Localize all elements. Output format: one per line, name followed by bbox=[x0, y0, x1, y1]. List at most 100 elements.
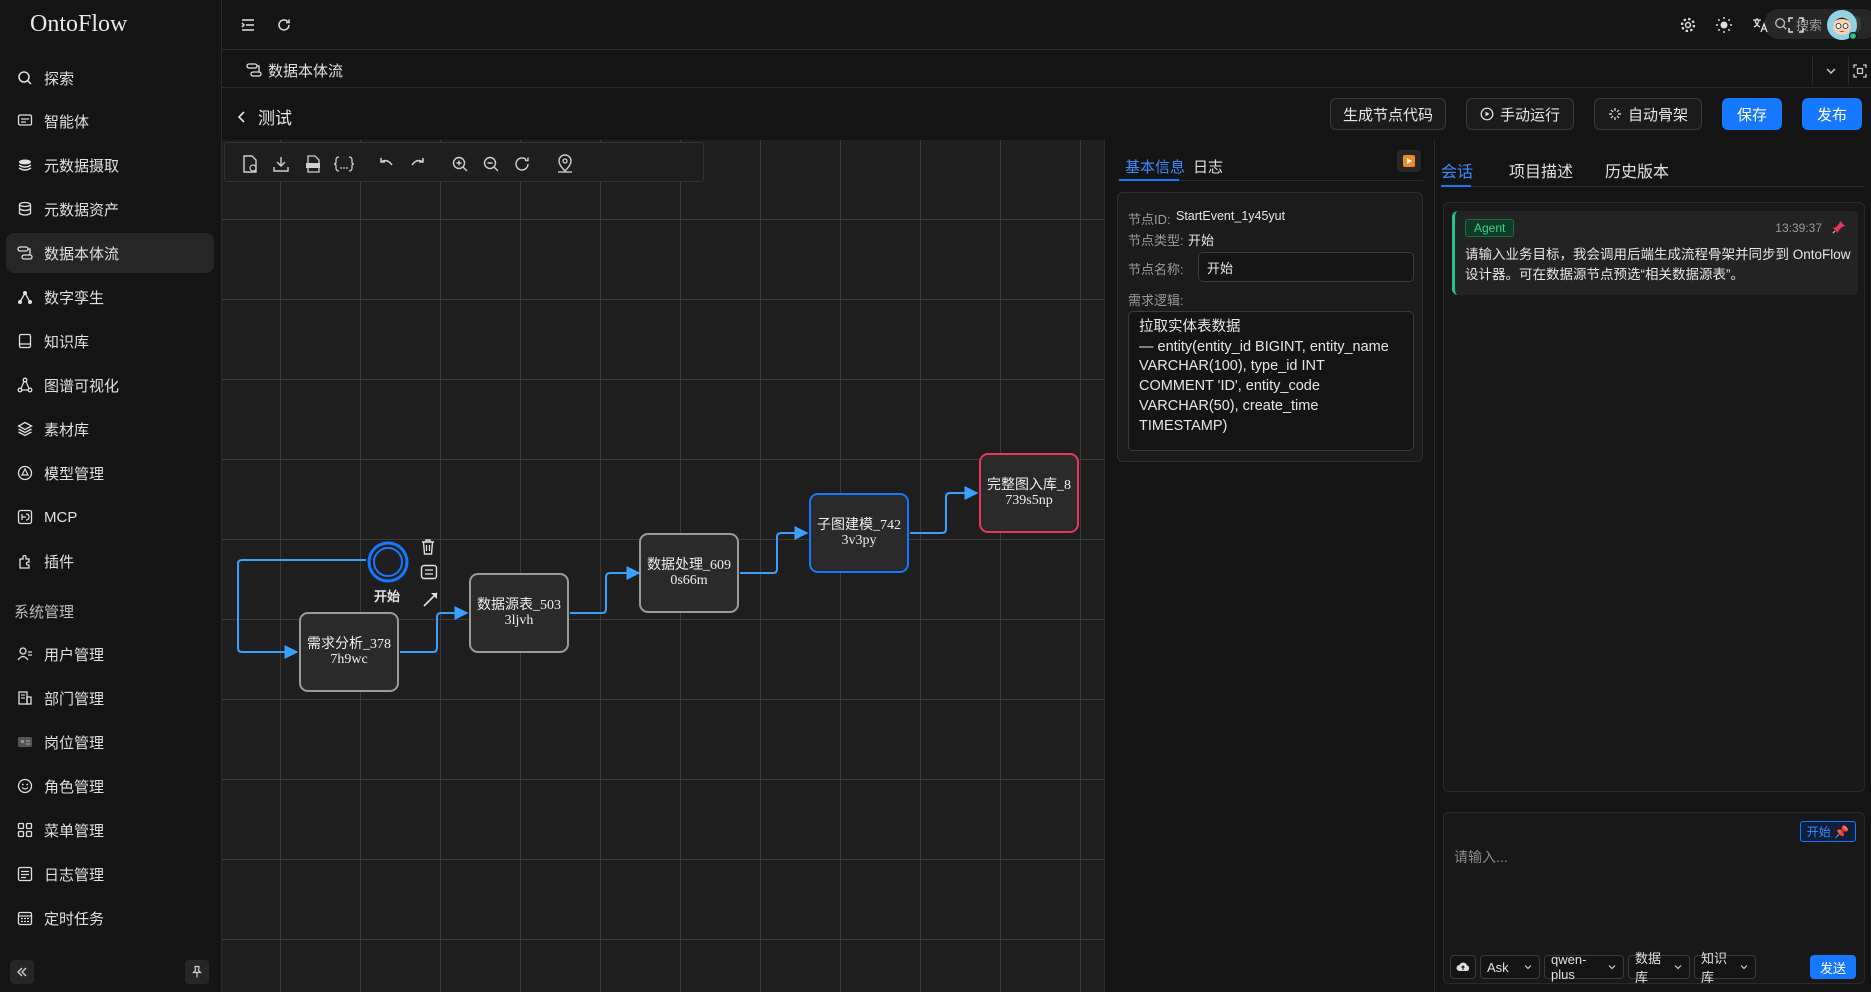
sidebar-item-model-management[interactable]: 模型管理 bbox=[6, 453, 214, 493]
fullscreen-icon[interactable] bbox=[1784, 13, 1808, 37]
node-label-line1: 数据源表_503 bbox=[477, 597, 561, 613]
generate-node-code-button[interactable]: 生成节点代码 bbox=[1330, 98, 1446, 130]
collapse-sidebar-button[interactable] bbox=[10, 960, 34, 984]
sidebar-item-position-management[interactable]: 岗位管理 bbox=[6, 722, 214, 762]
flow-canvas[interactable]: 开始 需求分析_378 7h9wc 数据源表_503 3ljvh 数据处理_60… bbox=[222, 140, 1104, 992]
sidebar-item-user-management[interactable]: 用户管理 bbox=[6, 634, 214, 674]
requirement-logic-label: 需求逻辑: bbox=[1128, 293, 1184, 308]
node-name-label: 节点名称: bbox=[1128, 262, 1184, 277]
tab-version-history[interactable]: 历史版本 bbox=[1605, 158, 1669, 182]
chat-input[interactable]: 请输入... bbox=[1454, 847, 1508, 867]
sidebar-item-label: 素材库 bbox=[44, 421, 90, 439]
agent-message: Agent 13:39:37 请输入业务目标，我会调用后端生成流程骨架并同步到 … bbox=[1452, 211, 1858, 295]
graph-icon bbox=[14, 374, 36, 396]
mode-value: Ask bbox=[1487, 959, 1509, 975]
chat-composer: 开始 📌 请输入... Ask qwen-plus 数据库 知识库 发送 bbox=[1443, 812, 1865, 985]
upload-button[interactable] bbox=[1450, 955, 1476, 979]
tab-basic-info[interactable]: 基本信息 bbox=[1125, 156, 1185, 177]
task-node-data-processing[interactable]: 数据处理_609 0s66m bbox=[639, 533, 739, 613]
database-select[interactable]: 数据库 bbox=[1628, 951, 1690, 985]
message-timestamp: 13:39:37 bbox=[1775, 221, 1822, 235]
sidebar-item-label: 图谱可视化 bbox=[44, 377, 120, 395]
context-node-tag[interactable]: 开始 📌 bbox=[1799, 821, 1856, 842]
chat-icon bbox=[14, 110, 36, 132]
calendar-icon bbox=[14, 907, 36, 929]
menu-toggle-icon[interactable] bbox=[236, 13, 260, 37]
sidebar-item-department-management[interactable]: 部门管理 bbox=[6, 678, 214, 718]
refresh-icon[interactable] bbox=[272, 13, 296, 37]
user-avatar[interactable] bbox=[1826, 9, 1858, 41]
sidebar-item-explore[interactable]: 探索 bbox=[6, 58, 214, 98]
focus-view-icon[interactable] bbox=[1848, 57, 1871, 85]
building-icon bbox=[14, 687, 36, 709]
sidebar-item-label: 元数据摄取 bbox=[44, 157, 120, 175]
sidebar-item-log-management[interactable]: 日志管理 bbox=[6, 854, 214, 894]
pin-icon bbox=[190, 965, 204, 979]
sidebar-item-menu-management[interactable]: 菜单管理 bbox=[6, 810, 214, 850]
requirement-logic-textarea[interactable]: 拉取实体表数据 — entity(entity_id BIGINT, entit… bbox=[1128, 311, 1414, 451]
sidebar-item-plugins[interactable]: 插件 bbox=[6, 541, 214, 581]
chat-panel: 会话 项目描述 历史版本 Agent 13:39:37 请输入业务目标，我会调用… bbox=[1434, 140, 1871, 992]
sidebar-item-label: 用户管理 bbox=[44, 646, 105, 664]
send-button[interactable]: 发送 bbox=[1810, 955, 1856, 979]
sparkle-icon bbox=[1608, 107, 1622, 121]
translate-icon[interactable] bbox=[1748, 13, 1772, 37]
knowledge-base-select[interactable]: 知识库 bbox=[1694, 951, 1756, 985]
delete-trash-icon[interactable] bbox=[420, 538, 436, 556]
sidebar-item-label: 日志管理 bbox=[44, 866, 105, 884]
pin-message-icon[interactable] bbox=[1832, 220, 1846, 234]
publish-button[interactable]: 发布 bbox=[1802, 98, 1862, 130]
tabs-dropdown-chevron-icon[interactable] bbox=[1812, 57, 1848, 85]
sidebar: OntoFlow 探索 智能体 元数据摄取 元数据资产 数据本体流 数字孪生 知… bbox=[0, 0, 222, 992]
append-task-icon[interactable] bbox=[420, 564, 438, 580]
task-node-data-source-table[interactable]: 数据源表_503 3ljvh bbox=[469, 573, 569, 653]
brand-logo[interactable]: OntoFlow bbox=[30, 11, 127, 38]
top-bar: 搜索 ⌘ K bbox=[222, 0, 1871, 50]
connect-arrow-icon[interactable] bbox=[422, 590, 440, 608]
task-node-requirement-analysis[interactable]: 需求分析_378 7h9wc bbox=[299, 612, 399, 692]
pin-sidebar-button[interactable] bbox=[185, 960, 209, 984]
id-card-icon bbox=[14, 731, 36, 753]
settings-gear-icon[interactable] bbox=[1676, 13, 1700, 37]
flow-icon bbox=[246, 62, 262, 78]
double-chevron-left-icon bbox=[15, 965, 29, 979]
sidebar-item-metadata-ingest[interactable]: 元数据摄取 bbox=[6, 145, 214, 185]
user-icon bbox=[14, 643, 36, 665]
auto-skeleton-button[interactable]: 自动骨架 bbox=[1594, 98, 1702, 130]
sidebar-item-data-ontology-flow[interactable]: 数据本体流 bbox=[6, 233, 214, 273]
sidebar-item-mcp[interactable]: MCP bbox=[6, 497, 214, 537]
sidebar-item-label: 元数据资产 bbox=[44, 201, 120, 219]
start-event-node[interactable] bbox=[366, 540, 410, 584]
sidebar-item-metadata-assets[interactable]: 元数据资产 bbox=[6, 189, 214, 229]
sidebar-item-scheduled-tasks[interactable]: 定时任务 bbox=[6, 898, 214, 938]
manual-run-button[interactable]: 手动运行 bbox=[1466, 98, 1574, 130]
mode-select[interactable]: Ask bbox=[1480, 955, 1540, 979]
run-node-button[interactable] bbox=[1397, 150, 1421, 172]
theme-sun-icon[interactable] bbox=[1712, 13, 1736, 37]
sidebar-item-knowledge-base[interactable]: 知识库 bbox=[6, 321, 214, 361]
model-select[interactable]: qwen-plus bbox=[1544, 952, 1624, 982]
tab-logs[interactable]: 日志 bbox=[1193, 156, 1223, 177]
sidebar-item-material-library[interactable]: 素材库 bbox=[6, 409, 214, 449]
task-node-subgraph-modeling[interactable]: 子图建模_742 3v3py bbox=[809, 493, 909, 573]
database-value: 数据库 bbox=[1635, 951, 1662, 985]
node-type-label: 节点类型: bbox=[1128, 233, 1184, 248]
mcp-icon bbox=[14, 506, 36, 528]
sidebar-item-graph-visualization[interactable]: 图谱可视化 bbox=[6, 365, 214, 405]
node-name-input[interactable]: 开始 bbox=[1198, 252, 1414, 282]
task-node-full-graph-ingest[interactable]: 完整图入库_8 739s5np bbox=[979, 453, 1079, 533]
back-chevron-icon[interactable] bbox=[236, 110, 248, 124]
model-icon bbox=[14, 462, 36, 484]
sidebar-item-role-management[interactable]: 角色管理 bbox=[6, 766, 214, 806]
chat-message-list: Agent 13:39:37 请输入业务目标，我会调用后端生成流程骨架并同步到 … bbox=[1443, 202, 1865, 792]
sidebar-item-agent[interactable]: 智能体 bbox=[6, 101, 214, 141]
save-button[interactable]: 保存 bbox=[1722, 98, 1782, 130]
tab-conversation[interactable]: 会话 bbox=[1441, 158, 1473, 182]
book-icon bbox=[14, 330, 36, 352]
network-icon bbox=[14, 286, 36, 308]
tab-project-description[interactable]: 项目描述 bbox=[1509, 158, 1573, 182]
sidebar-item-label: 探索 bbox=[44, 70, 75, 88]
sidebar-item-label: 数字孪生 bbox=[44, 289, 105, 307]
tab-data-ontology-flow[interactable]: 数据本体流 bbox=[246, 58, 343, 82]
sidebar-item-digital-twin[interactable]: 数字孪生 bbox=[6, 277, 214, 317]
